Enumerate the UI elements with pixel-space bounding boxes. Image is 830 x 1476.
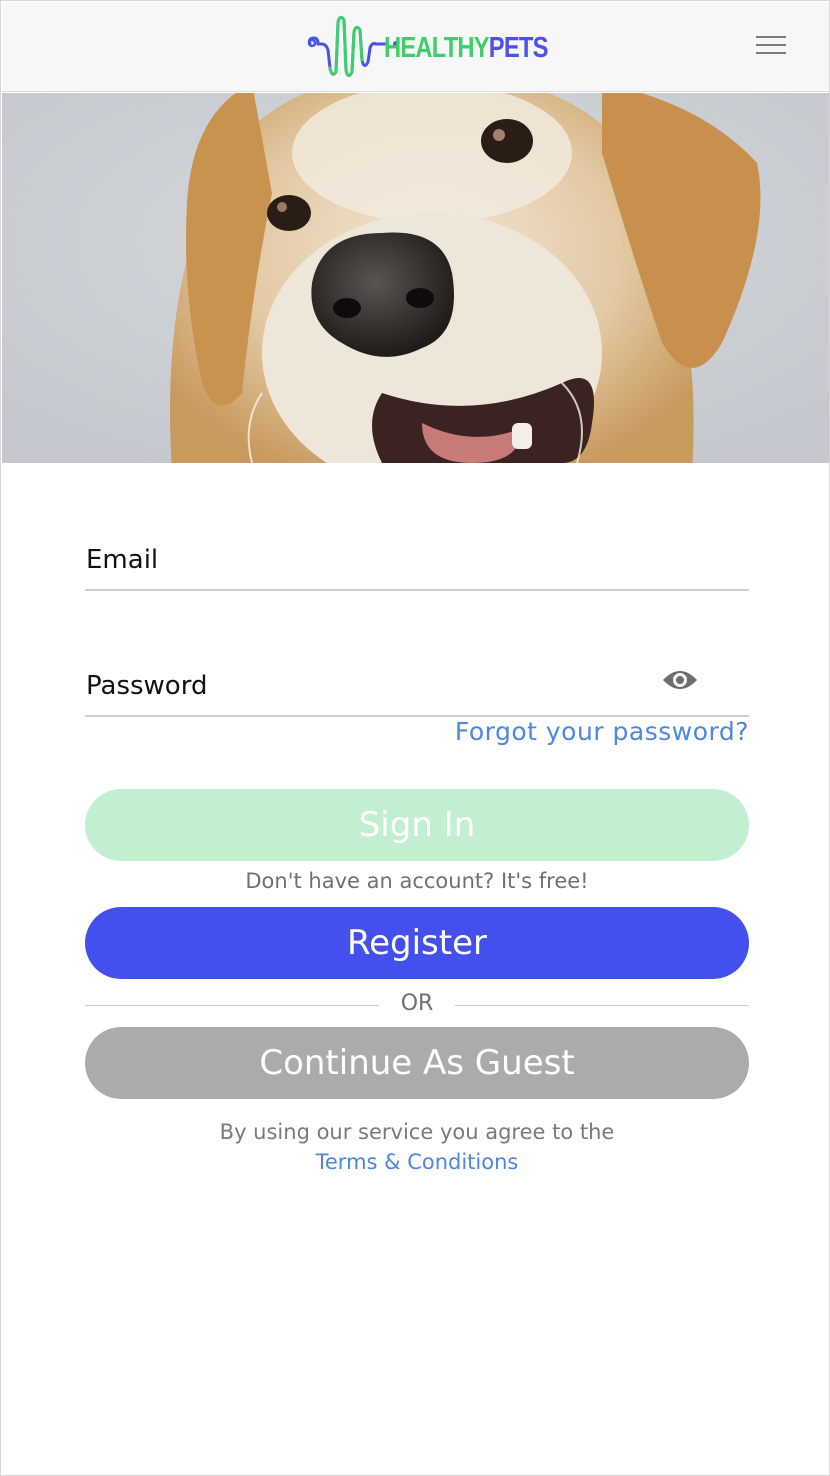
or-label: OR xyxy=(400,991,434,1016)
legal-notice: By using our service you agree to the Te… xyxy=(85,1117,749,1177)
top-bar: HEALTHYPETS xyxy=(2,2,829,92)
forgot-password-link[interactable]: Forgot your password? xyxy=(431,717,749,753)
logo-text-pets: PETS xyxy=(488,32,549,64)
register-button[interactable]: Register xyxy=(85,907,749,979)
or-divider: OR xyxy=(85,991,749,1019)
terms-link[interactable]: Terms & Conditions xyxy=(85,1147,749,1177)
divider-line-right xyxy=(455,1005,749,1006)
logo-wordmark: HEALTHYPETS xyxy=(384,32,548,65)
eye-icon[interactable] xyxy=(661,667,699,693)
logo-text-healthy: HEALTHY xyxy=(384,32,490,64)
hero-dog-image xyxy=(2,93,829,463)
hamburger-menu-icon[interactable] xyxy=(752,34,788,58)
sign-in-button[interactable]: Sign In xyxy=(85,789,749,861)
app-frame: HEALTHYPETS Email Forgot your password? … xyxy=(0,0,830,1476)
logo[interactable]: HEALTHYPETS xyxy=(302,12,548,86)
continue-as-guest-button[interactable]: Continue As Guest xyxy=(85,1027,749,1099)
email-field-container xyxy=(85,531,749,591)
no-account-text: Don't have an account? It's free! xyxy=(245,869,589,893)
password-field[interactable] xyxy=(85,657,749,715)
legal-text: By using our service you agree to the xyxy=(219,1120,615,1144)
email-field[interactable] xyxy=(85,531,749,589)
password-field-container xyxy=(85,657,749,717)
